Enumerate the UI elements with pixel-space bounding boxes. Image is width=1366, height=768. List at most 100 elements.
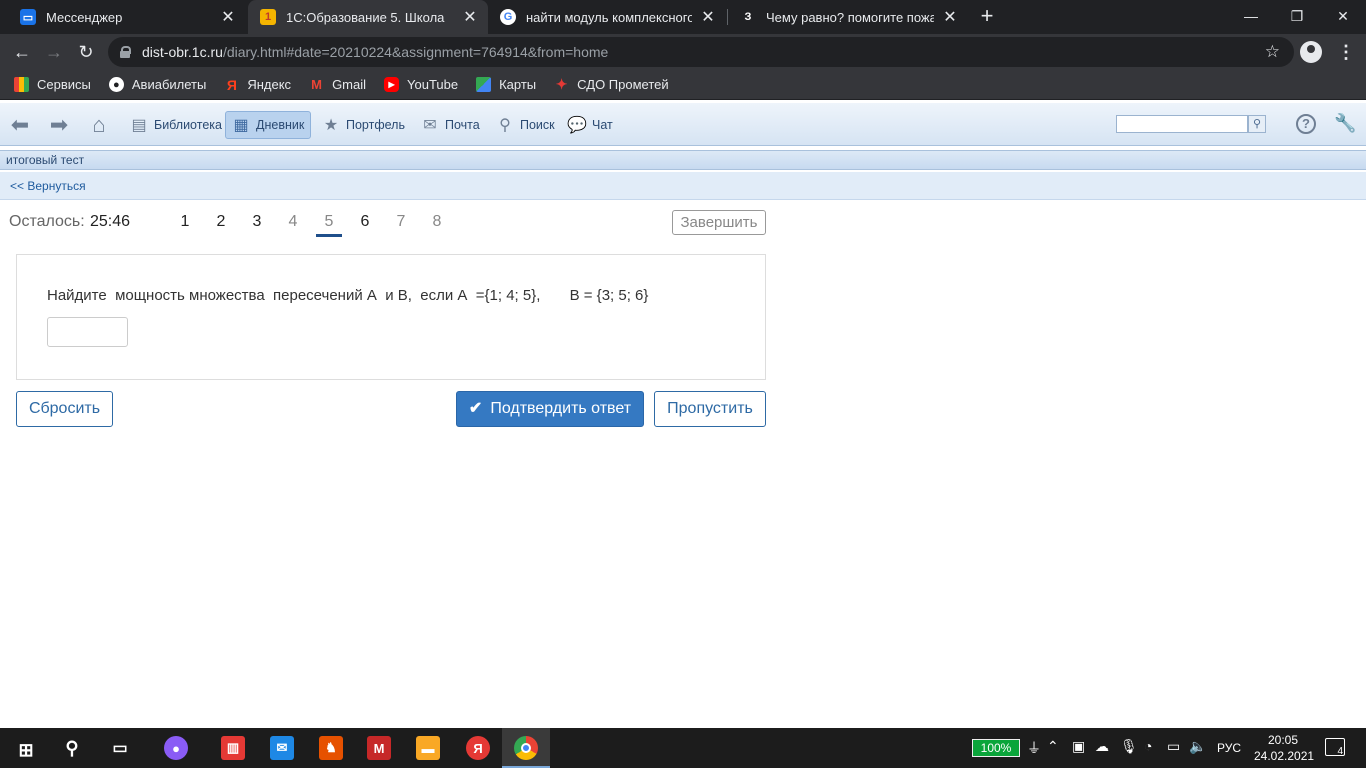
bookmark-youtube[interactable]: ▶ YouTube xyxy=(384,77,458,92)
plug-icon[interactable]: ⏚ xyxy=(1027,738,1041,758)
battery-indicator[interactable]: 100% xyxy=(972,739,1020,757)
bookmark-label: Сервисы xyxy=(37,77,91,92)
question-number-5-current[interactable]: 5 xyxy=(316,213,342,237)
search-icon[interactable]: ⚲ xyxy=(1248,115,1266,133)
chat-bubble-icon: 💬 xyxy=(567,117,587,134)
meet-now-icon[interactable]: ▣ xyxy=(1072,738,1085,755)
forward-arrow-icon[interactable]: → xyxy=(41,39,67,65)
mcafee-icon[interactable]: M xyxy=(367,736,391,760)
nav-label: Дневник xyxy=(256,118,305,132)
book-icon: ▤ xyxy=(131,117,147,134)
tab-title: Мессенджер xyxy=(46,9,123,25)
microphone-icon[interactable]: 🎙 xyxy=(1120,738,1138,755)
question-text: Найдите мощность множества пересечений А… xyxy=(47,287,649,304)
nav-chat[interactable]: 💬 Чат xyxy=(567,111,613,139)
file-explorer-icon[interactable]: ▬ xyxy=(416,736,440,760)
back-link[interactable]: << Вернуться xyxy=(10,179,86,193)
close-icon[interactable]: ✕ xyxy=(220,7,236,27)
bookmark-yandex[interactable]: Я Яндекс xyxy=(224,77,291,93)
new-tab-button[interactable]: + xyxy=(975,4,999,28)
question-number-7[interactable]: 7 xyxy=(388,213,414,231)
skip-button[interactable]: Пропустить xyxy=(654,391,766,427)
question-number-8[interactable]: 8 xyxy=(424,213,450,231)
cloud-icon[interactable]: ☁ xyxy=(1095,738,1109,755)
mail-app-icon[interactable]: ✉ xyxy=(270,736,294,760)
bookmarks-bar: Сервисы ● Авиабилеты Я Яндекс M Gmail ▶ … xyxy=(0,70,1366,100)
nav-label: Чат xyxy=(592,118,613,132)
reset-button[interactable]: Сбросить xyxy=(16,391,113,427)
bookmark-aviabilety[interactable]: ● Авиабилеты xyxy=(108,77,207,92)
reload-icon[interactable]: ↻ xyxy=(73,39,99,65)
tab-google-search[interactable]: G найти модуль комплексного чи ✕ xyxy=(488,0,726,34)
1c-icon: 1 xyxy=(260,9,276,25)
tab-znanija[interactable]: З Чему равно? помогите пожалуй ✕ xyxy=(728,0,968,34)
search-icon[interactable]: ⚲ xyxy=(60,736,84,760)
bookmark-sdo-prometey[interactable]: ✦ СДО Прометей xyxy=(554,76,669,92)
clock-date: 24.02.2021 xyxy=(1254,749,1315,763)
question-number-4[interactable]: 4 xyxy=(280,213,306,231)
tab-1c-school[interactable]: 1 1С:Образование 5. Школа ✕ xyxy=(248,0,488,34)
game-app-icon[interactable]: ♞ xyxy=(319,736,343,760)
question-number-2[interactable]: 2 xyxy=(208,213,234,231)
wifi-icon[interactable]: ◔ xyxy=(1144,738,1152,754)
nav-label: Библиотека xyxy=(154,118,222,132)
profile-avatar-icon[interactable] xyxy=(1300,41,1322,63)
menu-dots-icon[interactable]: ⋮ xyxy=(1336,42,1356,62)
bookmark-star-icon[interactable]: ☆ xyxy=(1265,42,1280,62)
bookmark-label: Gmail xyxy=(332,77,367,92)
app-back-icon[interactable]: ⬅ xyxy=(8,114,32,136)
bookmark-gmail[interactable]: M Gmail xyxy=(309,77,366,92)
close-window-button[interactable]: ✕ xyxy=(1320,0,1366,34)
answer-input[interactable] xyxy=(47,317,128,347)
question-number-1[interactable]: 1 xyxy=(172,213,198,231)
question-number-6[interactable]: 6 xyxy=(352,213,378,231)
yandex-browser-icon[interactable]: Я xyxy=(466,736,490,760)
confirm-label: Подтвердить ответ xyxy=(490,400,632,417)
close-icon[interactable]: ✕ xyxy=(942,7,958,27)
chevron-up-icon[interactable]: ⌃ xyxy=(1047,738,1059,755)
minimize-button[interactable]: — xyxy=(1228,0,1274,34)
bookmark-label: Авиабилеты xyxy=(131,77,207,92)
restore-button[interactable]: ❐ xyxy=(1274,0,1320,34)
bookmark-maps[interactable]: Карты xyxy=(476,77,536,92)
address-bar[interactable]: dist-obr.1c.ru/diary.html#date=20210224&… xyxy=(108,37,1294,67)
help-icon[interactable]: ? xyxy=(1296,114,1316,134)
tab-messenger[interactable]: ▭ Мессенджер ✕ xyxy=(8,0,246,34)
tab-title: Чему равно? помогите пожалуй xyxy=(766,9,934,25)
volume-icon[interactable]: 🔈 xyxy=(1189,738,1206,755)
wrench-icon[interactable]: 🔧 xyxy=(1334,113,1356,135)
nav-mail[interactable]: ✉ Почта xyxy=(421,111,479,139)
language-indicator[interactable]: РУС xyxy=(1217,741,1241,755)
close-icon[interactable]: ✕ xyxy=(700,7,716,27)
nav-portfolio[interactable]: ★ Портфель xyxy=(322,111,405,139)
gmail-icon: M xyxy=(311,77,322,92)
timer-label: Осталось: xyxy=(9,213,85,230)
question-number-3[interactable]: 3 xyxy=(244,213,270,231)
app-forward-icon[interactable]: ➡ xyxy=(47,114,71,136)
back-band: << Вернуться xyxy=(0,172,1366,200)
messenger-icon: ▭ xyxy=(20,9,36,25)
back-arrow-icon[interactable]: ← xyxy=(9,39,35,65)
clock[interactable]: 20:05 24.02.2021 xyxy=(1254,732,1315,764)
nav-library[interactable]: ▤ Библиотека xyxy=(130,111,222,139)
chrome-icon[interactable] xyxy=(514,736,538,760)
finish-button[interactable]: Завершить xyxy=(672,210,766,235)
task-view-icon[interactable]: ▭ xyxy=(108,736,132,760)
alice-icon[interactable]: ● xyxy=(164,736,188,760)
clock-time: 20:05 xyxy=(1267,733,1299,747)
close-icon[interactable]: ✕ xyxy=(462,7,478,27)
home-icon[interactable]: ⌂ xyxy=(87,114,111,136)
bookmark-label: СДО Прометей xyxy=(577,77,669,92)
apps-grid-icon xyxy=(14,77,29,92)
reader-app-icon[interactable]: ▥ xyxy=(221,736,245,760)
app-search-input[interactable] xyxy=(1116,115,1248,133)
nav-diary[interactable]: ▦ Дневник xyxy=(225,111,312,139)
power-icon[interactable]: ▭ xyxy=(1167,738,1180,755)
globe-icon: ● xyxy=(108,77,124,92)
notification-center-icon[interactable]: 4 xyxy=(1325,738,1345,757)
nav-search[interactable]: ⚲ Поиск xyxy=(496,111,555,139)
bookmark-services[interactable]: Сервисы xyxy=(14,77,91,92)
windows-start-icon[interactable]: ⊞ xyxy=(14,738,38,762)
tab-title: найти модуль комплексного чи xyxy=(526,9,692,25)
confirm-answer-button[interactable]: ✔ Подтвердить ответ xyxy=(456,391,644,427)
